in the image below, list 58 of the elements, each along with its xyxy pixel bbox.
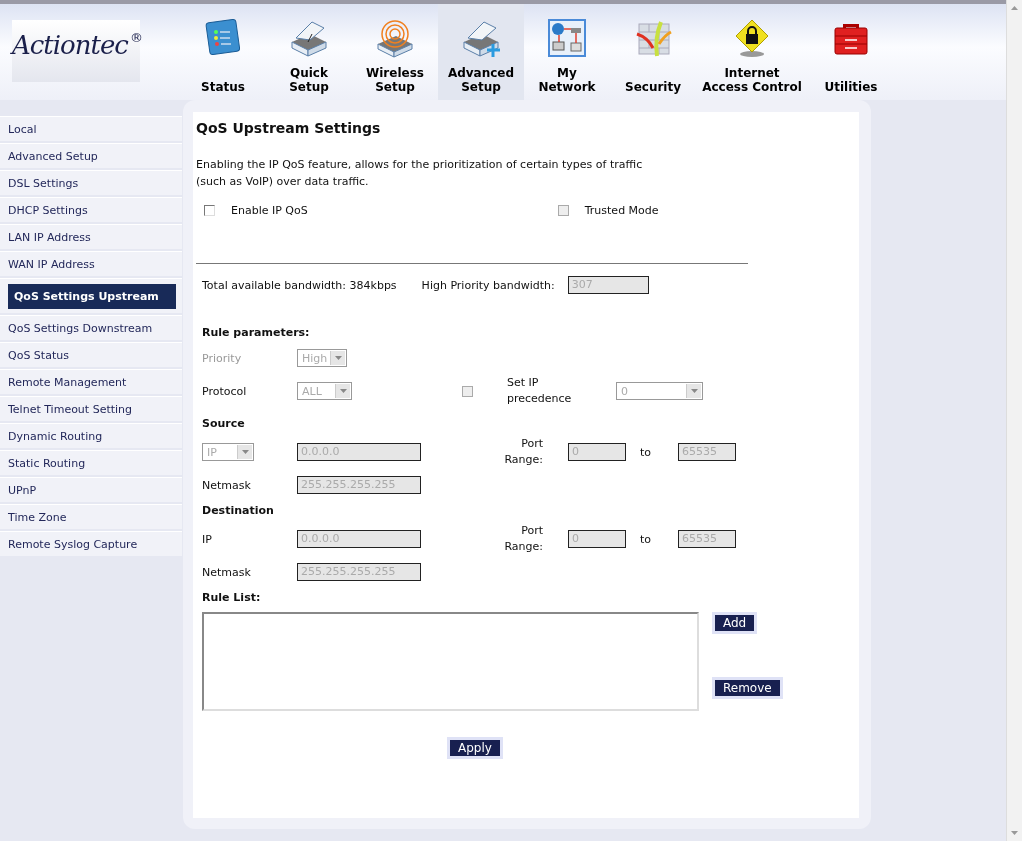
field-label: to: [640, 445, 652, 459]
sidebar-item[interactable]: Advanced Setup: [0, 143, 182, 168]
caret-icon: [339, 389, 347, 393]
nav-tab[interactable]: Status: [180, 4, 266, 100]
sidebar-item[interactable]: QoS Settings Downstream: [0, 315, 182, 340]
field-label: Priority: [202, 351, 243, 365]
scroll-down-icon[interactable]: [1011, 831, 1018, 835]
network-diagram-icon: [547, 18, 587, 58]
wireless-router-icon: [374, 18, 416, 58]
checkbox-label: Enable IP QoS: [231, 204, 308, 217]
caret-icon: [334, 356, 342, 360]
field-label: to: [640, 532, 652, 546]
sidebar-item[interactable]: LAN IP Address: [0, 224, 182, 249]
rule-list-box[interactable]: [202, 612, 699, 711]
bandwidth-text: Total available bandwidth: 384kbps: [202, 278, 397, 292]
remove-button[interactable]: Remove: [715, 680, 780, 696]
sidebar-item[interactable]: WAN IP Address: [0, 251, 182, 276]
scroll-up-icon[interactable]: [1011, 6, 1018, 10]
nav-tab[interactable]: Advanced Setup: [438, 4, 524, 100]
apply-button[interactable]: Apply: [450, 740, 500, 756]
sidebar-item[interactable]: Remote Syslog Capture: [0, 531, 182, 556]
section-heading: Rule parameters:: [202, 326, 310, 339]
field-label: Port Range:: [503, 436, 543, 468]
sidebar-item[interactable]: UPnP: [0, 477, 182, 502]
sidebar-item[interactable]: Remote Management: [0, 369, 182, 394]
sidebar-item[interactable]: Dynamic Routing: [0, 423, 182, 448]
sidebar-item[interactable]: Telnet Timeout Setting: [0, 396, 182, 421]
checkbox-label: Set IP precedence: [507, 375, 573, 407]
checkbox-label: Trusted Mode: [584, 204, 659, 217]
sidebar-item[interactable]: DHCP Settings: [0, 197, 182, 222]
add-button[interactable]: Add: [715, 615, 755, 631]
field-label: Netmask: [202, 565, 252, 579]
nav-tab[interactable]: Quick Setup: [266, 4, 352, 100]
checkbox[interactable]: [204, 205, 215, 216]
nav-tab[interactable]: My Network: [524, 4, 610, 100]
field-label: High Priority bandwidth:: [421, 278, 555, 292]
nav-tab[interactable]: Wireless Setup: [352, 4, 438, 100]
actiontec-logo: Actiontec$^{®}$: [12, 20, 140, 82]
section-heading: Source: [202, 417, 245, 430]
nav-tab[interactable]: Security: [610, 4, 696, 100]
field-label: Netmask: [202, 478, 252, 492]
field-label: IP: [202, 532, 213, 546]
section-heading: Destination: [202, 504, 274, 517]
sidebar-item[interactable]: QoS Settings Upstream: [8, 283, 176, 309]
page-title: QoS Upstream Settings: [196, 120, 382, 136]
sidebar-item[interactable]: QoS Status: [0, 342, 182, 367]
description-text: Enabling the IP QoS feature, allows for the prioritization of certain types of traffic (such as VoIP) over data traffic.: [196, 157, 644, 190]
caret-icon: [690, 389, 698, 393]
sidebar-item[interactable]: Static Routing: [0, 450, 182, 475]
caret-icon: [241, 450, 249, 454]
sidebar-item[interactable]: DSL Settings: [0, 170, 182, 195]
nav-tab[interactable]: Internet Access Control: [693, 4, 811, 100]
field-label: Port Range:: [503, 523, 543, 555]
sidebar-item[interactable]: Time Zone: [0, 504, 182, 529]
field-label: Protocol: [202, 384, 248, 398]
nav-tab[interactable]: Utilities: [808, 4, 894, 100]
sidebar-item[interactable]: Local: [0, 116, 182, 141]
section-heading: Rule List:: [202, 591, 261, 604]
